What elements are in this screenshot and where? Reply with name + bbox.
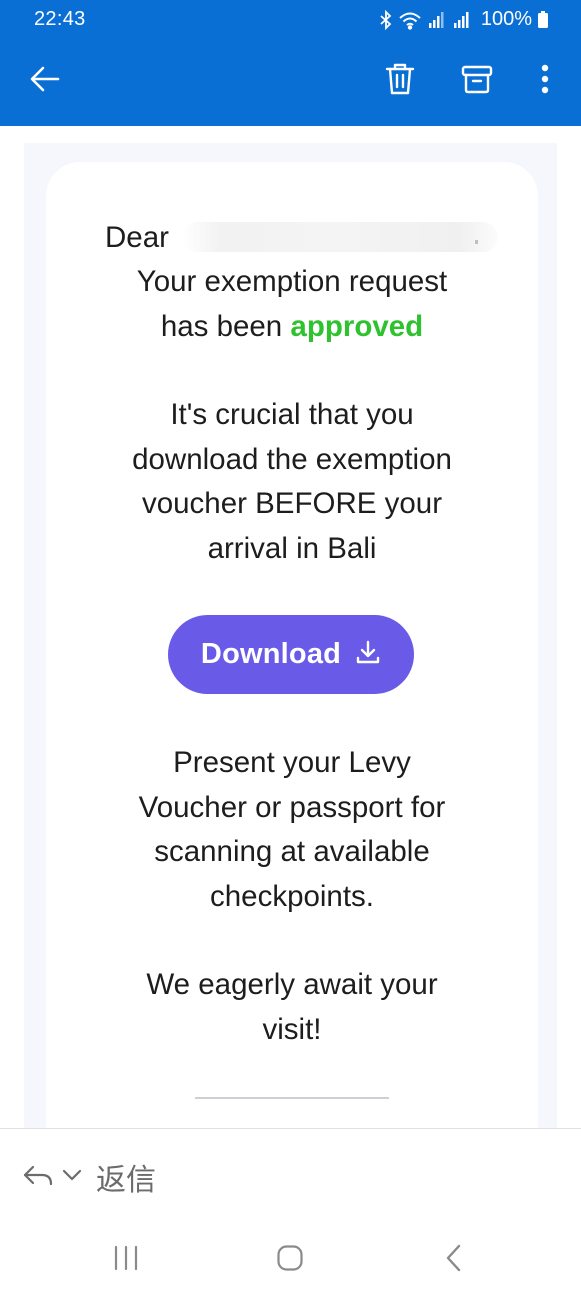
instructions-line: download the exemption — [132, 442, 452, 476]
more-vertical-icon — [541, 64, 549, 99]
signal-icon — [427, 10, 447, 30]
scanning-instructions: Present your Levy Voucher or passport fo… — [46, 741, 538, 919]
trash-icon — [385, 62, 415, 101]
scanning-line: Voucher or passport for — [138, 790, 446, 824]
reply-icon — [22, 1161, 54, 1194]
wifi-icon — [398, 10, 422, 30]
closing-line: visit! — [262, 1012, 322, 1046]
status-bar: 22:43 100% — [0, 0, 581, 40]
scanning-line: checkpoints. — [210, 879, 374, 913]
archive-button[interactable] — [449, 48, 505, 114]
system-navigation-bar — [0, 1216, 581, 1296]
recent-apps-icon — [112, 1245, 140, 1276]
instructions-line: arrival in Bali — [207, 531, 377, 565]
battery-icon — [537, 10, 549, 30]
signal-icon — [452, 10, 472, 30]
back-arrow-icon — [29, 65, 61, 98]
approved-status: approved — [290, 309, 424, 343]
greeting: Dear — [105, 221, 169, 254]
bluetooth-icon — [379, 9, 393, 30]
chevron-down-icon[interactable] — [62, 1168, 82, 1187]
status-time: 22:43 — [34, 8, 86, 30]
battery-level: 100% — [480, 8, 532, 30]
system-back-button[interactable] — [428, 1240, 478, 1280]
status-icons: 100% — [379, 8, 549, 31]
approval-message: Your exemption request has been approved — [46, 260, 538, 349]
home-button[interactable] — [265, 1240, 315, 1280]
closing-message: We eagerly await your visit! — [46, 963, 538, 1052]
back-button[interactable] — [17, 48, 73, 114]
approval-line-2: has been approved — [46, 305, 538, 350]
download-button[interactable]: Download — [168, 615, 414, 694]
recent-apps-button[interactable] — [101, 1240, 151, 1280]
back-icon — [444, 1243, 462, 1278]
download-icon — [355, 639, 381, 670]
archive-icon — [461, 64, 493, 99]
download-instructions: It's crucial that you download the exemp… — [46, 393, 538, 571]
approval-line-1: Your exemption request — [136, 265, 448, 298]
home-icon — [276, 1244, 304, 1277]
email-screen: 22:43 100% Dear Your exemption request h… — [0, 0, 581, 1296]
instructions-line: It's crucial that you — [170, 398, 414, 431]
redacted-name — [182, 222, 498, 252]
reply-button[interactable]: 返信 — [22, 1157, 156, 1198]
reply-label: 返信 — [96, 1163, 156, 1198]
closing-line: We eagerly await your — [146, 968, 438, 1001]
redaction-artifact — [475, 240, 478, 244]
top-bar: 22:43 100% — [0, 0, 581, 126]
app-bar — [0, 48, 581, 114]
download-button-label: Download — [200, 638, 342, 670]
delete-button[interactable] — [372, 48, 428, 114]
more-options-button[interactable] — [517, 48, 573, 114]
scanning-line: scanning at available — [154, 835, 430, 868]
divider — [195, 1097, 389, 1099]
scanning-line: Present your Levy — [173, 746, 411, 779]
approval-prefix: has been — [160, 309, 291, 343]
instructions-line: voucher BEFORE your — [141, 487, 443, 520]
